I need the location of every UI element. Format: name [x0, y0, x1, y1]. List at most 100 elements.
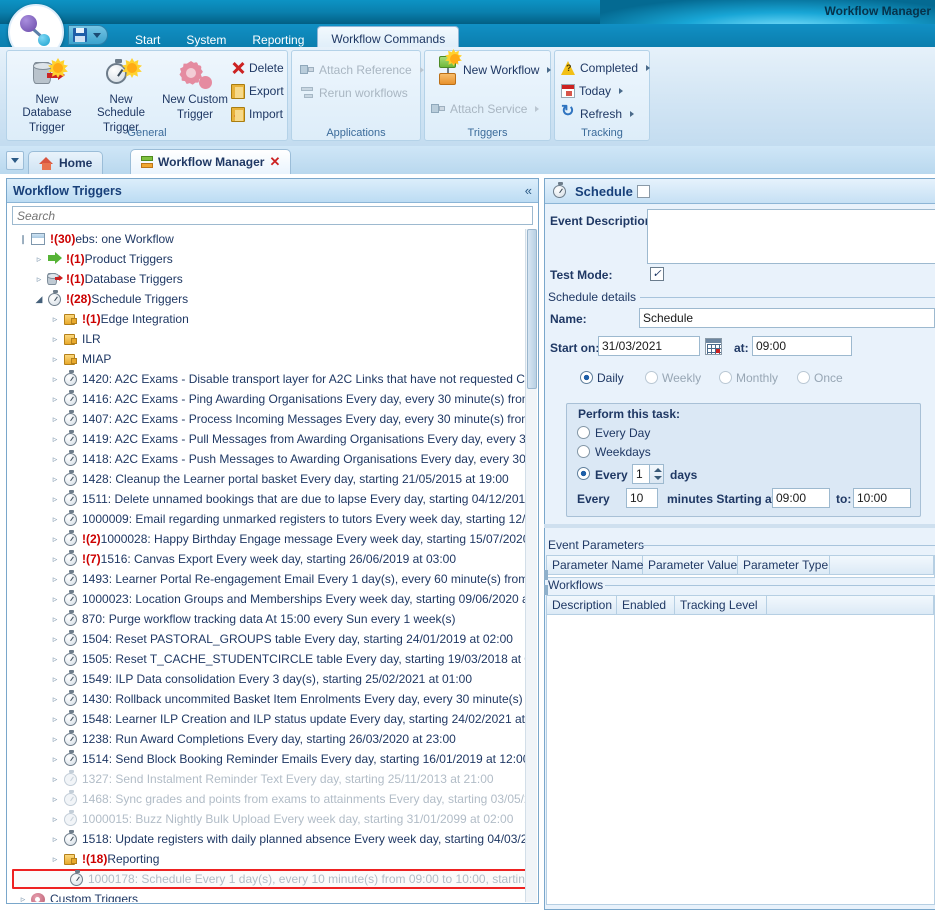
tree-item[interactable]: ▹!(1)Product Triggers: [8, 249, 173, 269]
import-button[interactable]: Import: [231, 103, 283, 125]
recurrence-radio-once[interactable]: [797, 371, 810, 384]
recurrence-radio-monthly[interactable]: [719, 371, 732, 384]
tree-expand-icon[interactable]: ▹: [48, 694, 62, 705]
tree-expand-icon[interactable]: ❙: [16, 234, 30, 245]
tree-item[interactable]: ▹1000023: Location Groups and Membership…: [8, 589, 526, 609]
every-minutes-input[interactable]: [626, 488, 658, 508]
tree-item[interactable]: ▹!(7)1516: Canvas Export Every week day,…: [8, 549, 456, 569]
every-days-spinner[interactable]: [650, 464, 664, 484]
close-icon[interactable]: ✕: [269, 154, 280, 170]
today-button[interactable]: Today: [561, 80, 623, 102]
tree-item[interactable]: ▹1428: Cleanup the Learner portal basket…: [8, 469, 509, 489]
new-workflow-button[interactable]: New Workflow: [431, 59, 551, 81]
collapse-panel-icon[interactable]: «: [525, 183, 532, 198]
tree-collapse-icon[interactable]: ◢: [32, 294, 46, 305]
workflows-grid-body[interactable]: [546, 615, 935, 905]
document-tab-workflow-manager[interactable]: Workflow Manager ✕: [130, 149, 291, 174]
tree-item[interactable]: ▹1511: Delete unnamed bookings that are …: [8, 489, 526, 509]
tree-expand-icon[interactable]: ▹: [48, 714, 62, 725]
tree-item[interactable]: ▹1504: Reset PASTORAL_GROUPS table Every…: [8, 629, 513, 649]
event-description-field[interactable]: [647, 209, 935, 264]
tree-expand-icon[interactable]: ▹: [48, 854, 62, 865]
tree-expand-icon[interactable]: ▹: [48, 354, 62, 365]
tree-item[interactable]: ▹1514: Send Block Booking Reminder Email…: [8, 749, 526, 769]
tree-expand-icon[interactable]: ▹: [48, 534, 62, 545]
tree-item[interactable]: ▹1327: Send Instalment Reminder Text Eve…: [8, 769, 494, 789]
attach-reference-button[interactable]: Attach Reference: [300, 59, 424, 81]
column-header-tracking-level[interactable]: Tracking Level: [675, 596, 767, 614]
tree-item-selected[interactable]: 1000178: Schedule Every 1 day(s), every …: [12, 869, 526, 889]
start-on-date-input[interactable]: [598, 336, 700, 356]
tree-item[interactable]: ▹1518: Update registers with daily plann…: [8, 829, 526, 849]
tree-expand-icon[interactable]: ▹: [48, 474, 62, 485]
tree-item[interactable]: ▹870: Purge workflow tracking data At 15…: [8, 609, 456, 629]
tree-expand-icon[interactable]: ▹: [48, 774, 62, 785]
tree-expand-icon[interactable]: ▹: [48, 394, 62, 405]
tree-expand-icon[interactable]: ▹: [16, 894, 30, 903]
splitter-grip[interactable]: [544, 585, 548, 595]
tree-expand-icon[interactable]: ▹: [48, 754, 62, 765]
splitter-grip[interactable]: [544, 570, 548, 580]
export-button[interactable]: Export: [231, 80, 284, 102]
delete-button[interactable]: Delete: [231, 57, 284, 79]
column-header-parameter-name[interactable]: Parameter Name: [547, 556, 643, 574]
tree-expand-icon[interactable]: ▹: [48, 374, 62, 385]
tree-item[interactable]: ▹1418: A2C Exams - Push Messages to Awar…: [8, 449, 526, 469]
task-radio-every-day[interactable]: [577, 426, 590, 439]
workflow-trigger-tree[interactable]: ❙!(30)ebs: one Workflow▹!(1)Product Trig…: [8, 229, 526, 902]
tree-expand-icon[interactable]: ▹: [48, 834, 62, 845]
tree-expand-icon[interactable]: ▹: [48, 654, 62, 665]
column-header-description[interactable]: Description: [547, 596, 617, 614]
new-database-trigger-button[interactable]: New Database Trigger: [11, 56, 83, 135]
tree-item[interactable]: ▹1549: ILP Data consolidation Every 3 da…: [8, 669, 472, 689]
tree-expand-icon[interactable]: ▹: [48, 814, 62, 825]
tree-expand-icon[interactable]: ▹: [48, 594, 62, 605]
tree-item[interactable]: ▹!(1)Database Triggers: [8, 269, 183, 289]
tree-item[interactable]: ▹1468: Sync grades and points from exams…: [8, 789, 526, 809]
tree-expand-icon[interactable]: ▹: [48, 794, 62, 805]
tree-item[interactable]: ▹1416: A2C Exams - Ping Awarding Organis…: [8, 389, 526, 409]
tree-expand-icon[interactable]: ▹: [48, 734, 62, 745]
tree-expand-icon[interactable]: ▹: [48, 614, 62, 625]
tree-expand-icon[interactable]: ▹: [48, 494, 62, 505]
tree-expand-icon[interactable]: ▹: [48, 514, 62, 525]
tree-item[interactable]: ▹MIAP: [8, 349, 111, 369]
tree-scrollbar-thumb[interactable]: [527, 229, 537, 389]
tree-item[interactable]: ◢!(28)Schedule Triggers: [8, 289, 188, 309]
completed-button[interactable]: Completed: [561, 57, 650, 79]
tree-item[interactable]: ▹!(1)Edge Integration: [8, 309, 189, 329]
chevron-down-icon[interactable]: [93, 33, 101, 38]
starting-at-input[interactable]: [772, 488, 830, 508]
tree-item[interactable]: ▹1430: Rollback uncommited Basket Item E…: [8, 689, 526, 709]
to-time-input[interactable]: [853, 488, 911, 508]
start-at-time-input[interactable]: [752, 336, 852, 356]
tree-item[interactable]: ▹1000009: Email regarding unmarked regis…: [8, 509, 526, 529]
search-input[interactable]: [12, 206, 533, 225]
recurrence-radio-daily[interactable]: [580, 371, 593, 384]
new-custom-trigger-button[interactable]: New Custom Trigger: [159, 56, 231, 122]
tree-expand-icon[interactable]: ▹: [48, 634, 62, 645]
tree-item[interactable]: ▹1000015: Buzz Nightly Bulk Upload Every…: [8, 809, 513, 829]
tree-expand-icon[interactable]: ▹: [48, 414, 62, 425]
column-header-parameter-value[interactable]: Parameter Value: [643, 556, 738, 574]
schedule-name-input[interactable]: [639, 308, 935, 328]
calendar-picker-icon[interactable]: [705, 338, 722, 355]
tree-expand-icon[interactable]: ▹: [48, 574, 62, 585]
tree-expand-icon[interactable]: ▹: [32, 254, 46, 265]
rerun-workflows-button[interactable]: Rerun workflows: [300, 82, 408, 104]
panel-splitter[interactable]: [544, 524, 935, 528]
spinner-up-icon[interactable]: [654, 468, 662, 472]
tree-item[interactable]: ▹1407: A2C Exams - Process Incoming Mess…: [8, 409, 526, 429]
tree-item[interactable]: ▹!(18)Reporting: [8, 849, 159, 869]
spinner-down-icon[interactable]: [654, 476, 662, 480]
task-radio-weekdays[interactable]: [577, 445, 590, 458]
tree-item[interactable]: ▹Custom Triggers: [8, 889, 138, 902]
every-days-input[interactable]: [632, 464, 650, 484]
tree-item[interactable]: ▹1548: Learner ILP Creation and ILP stat…: [8, 709, 526, 729]
tree-expand-icon[interactable]: ▹: [32, 274, 46, 285]
tree-item[interactable]: ▹1493: Learner Portal Re-engagement Emai…: [8, 569, 526, 589]
refresh-button[interactable]: Refresh: [561, 103, 634, 125]
attach-service-button[interactable]: Attach Service: [431, 98, 539, 120]
task-radio-every-n-days[interactable]: [577, 467, 590, 480]
document-tab-home[interactable]: Home: [28, 151, 103, 174]
